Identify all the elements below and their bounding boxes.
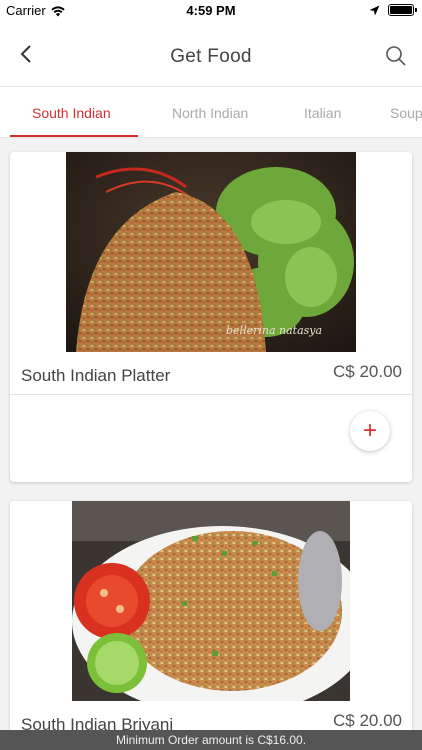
search-button[interactable] (384, 44, 408, 68)
tab-italian[interactable]: Italian (304, 105, 341, 121)
tab-north-indian[interactable]: North Indian (172, 105, 248, 121)
search-icon (386, 46, 406, 66)
location-arrow-icon (369, 5, 380, 15)
minimum-order-banner: Minimum Order amount is C$16.00. (0, 730, 422, 750)
tab-soup[interactable]: Soup (390, 105, 422, 121)
battery-icon (388, 4, 417, 16)
fried-rice-image: bellerina natasya (66, 152, 356, 352)
status-bar: Carrier 4:59 PM (0, 0, 422, 22)
plus-icon: + (362, 417, 377, 444)
briyani-image (72, 501, 350, 701)
card-divider (10, 394, 412, 395)
item-price: C$ 20.00 (333, 362, 402, 381)
menu-item-card[interactable]: South Indian Briyani C$ 20.00 (10, 501, 412, 750)
menu-item-card[interactable]: bellerina natasya South Indian Platter C… (10, 152, 412, 482)
category-tabs: South Indian North Indian Italian Soup (0, 86, 422, 138)
add-to-cart-button[interactable]: + (350, 411, 390, 451)
status-time: 4:59 PM (186, 3, 236, 18)
item-name: South Indian Platter (21, 366, 171, 385)
tab-south-indian[interactable]: South Indian (32, 105, 111, 121)
active-tab-indicator (10, 135, 138, 137)
photo-watermark: bellerina natasya (226, 324, 322, 337)
item-price: C$ 20.00 (333, 711, 402, 730)
food-menu-screen: Carrier 4:59 PM Get Food South Indian No… (0, 0, 422, 750)
page-title: Get Food (170, 46, 252, 67)
navigation-bar: Get Food (0, 22, 422, 86)
status-right-icons (369, 4, 417, 16)
